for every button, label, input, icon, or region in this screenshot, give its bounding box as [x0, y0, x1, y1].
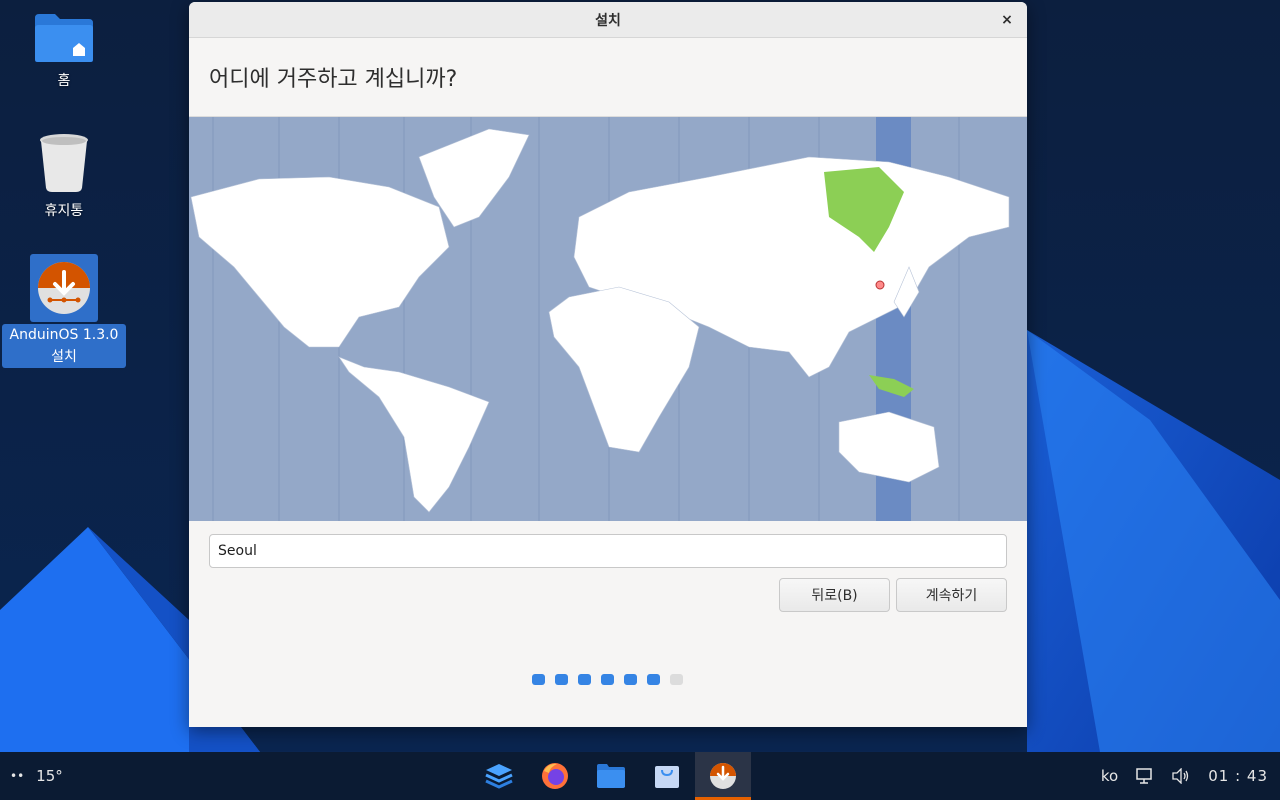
home-folder-icon [35, 14, 93, 62]
timezone-input[interactable] [209, 534, 1007, 568]
close-button[interactable]: × [997, 10, 1017, 30]
desktop-icon-installer[interactable]: AnduinOS 1.3.0 설치 [2, 254, 126, 368]
timezone-map[interactable] [189, 117, 1027, 521]
desktop-icon-home[interactable]: 홈 [2, 12, 126, 92]
progress-dot [578, 674, 591, 685]
progress-dot [624, 674, 637, 685]
desktop-icon-trash[interactable]: 휴지통 [2, 132, 126, 222]
continue-button[interactable]: 계속하기 [896, 578, 1007, 612]
installer-dialog: 설치 × 어디에 거주하고 계십니까? Seoul 뒤로(B) 계속하기 [189, 2, 1027, 727]
close-icon: × [1001, 12, 1013, 28]
workspaces-icon [485, 764, 513, 789]
dialog-title: 설치 [595, 12, 621, 29]
progress-dot [532, 674, 545, 685]
world-map [189, 117, 1027, 521]
keyboard-layout-indicator[interactable]: ko [1101, 767, 1118, 785]
city-marker [875, 280, 885, 290]
weather-widget[interactable]: •• 15° [10, 752, 63, 800]
files-icon [597, 764, 625, 788]
desktop-icon-label: 휴지통 [44, 203, 84, 219]
page-header: 어디에 거주하고 계십니까? [189, 38, 1027, 117]
titlebar: 설치 × [189, 2, 1027, 38]
trash-icon [40, 134, 88, 192]
rain-icon: •• [10, 769, 25, 783]
temperature: 15° [36, 767, 63, 785]
dock-item-software-store[interactable] [639, 752, 695, 800]
dock-item-installer[interactable] [695, 752, 751, 800]
system-tray: ko 01 : 43 [1101, 752, 1268, 800]
clock[interactable]: 01 : 43 [1208, 767, 1268, 785]
progress-dot [670, 674, 683, 685]
network-icon[interactable] [1136, 768, 1154, 784]
dock [471, 752, 751, 800]
installer-icon [38, 262, 90, 314]
dock-item-firefox[interactable] [527, 752, 583, 800]
progress-dot [647, 674, 660, 685]
installer-icon [710, 763, 736, 789]
progress-indicator [532, 674, 683, 685]
page-title: 어디에 거주하고 계십니까? [209, 67, 458, 92]
desktop-icon-label: AnduinOS 1.3.0 설치 [2, 324, 126, 368]
progress-dot [555, 674, 568, 685]
taskbar: •• 15° ko 01: 43 [0, 752, 1280, 800]
firefox-icon [542, 763, 568, 789]
dock-item-files[interactable] [583, 752, 639, 800]
volume-icon[interactable] [1172, 768, 1190, 784]
software-store-icon [655, 766, 679, 788]
content-area: 뒤로(B) 계속하기 [189, 521, 1027, 727]
back-button[interactable]: 뒤로(B) [779, 578, 890, 612]
dock-item-workspaces[interactable] [471, 752, 527, 800]
progress-dot [601, 674, 614, 685]
desktop-icon-label: 홈 [57, 73, 71, 89]
